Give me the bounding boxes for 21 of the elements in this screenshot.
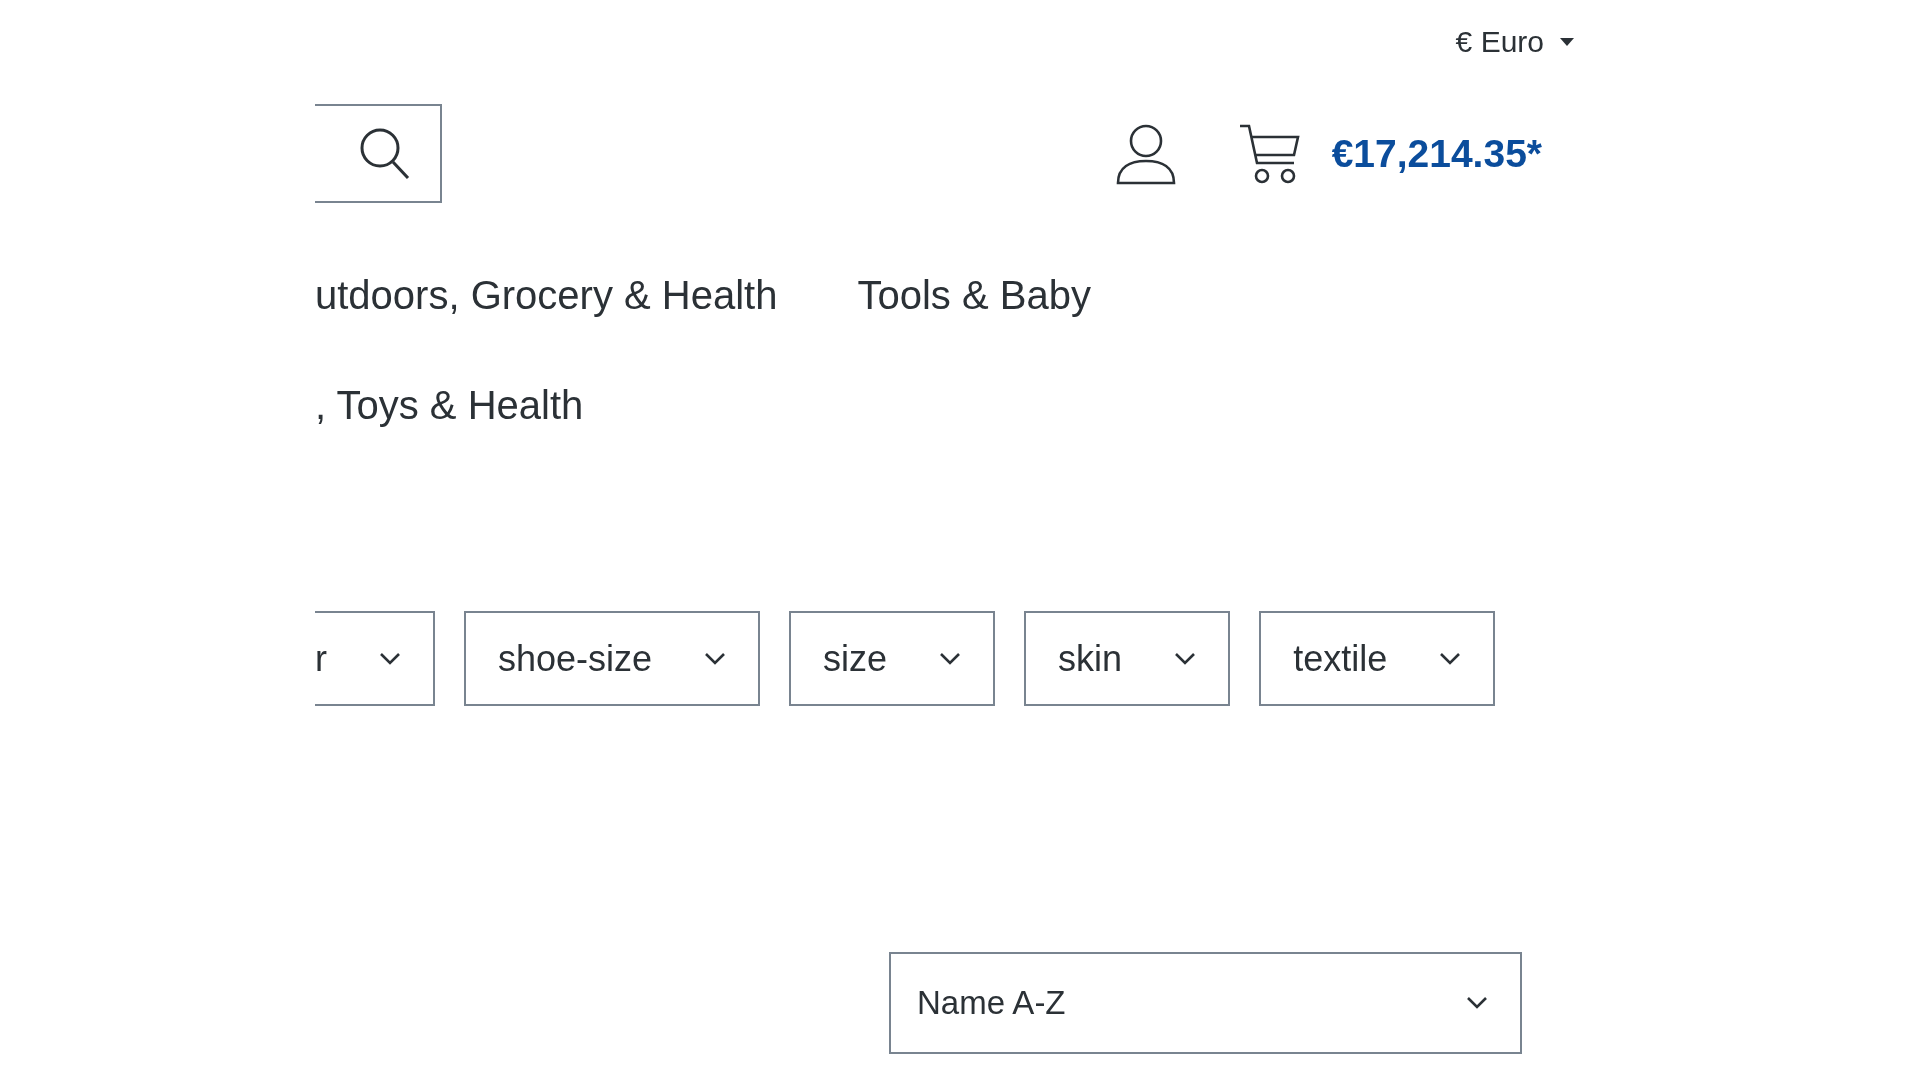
category-link[interactable]: utdoors, Grocery & Health (315, 272, 778, 318)
filter-dropdown[interactable]: size (789, 611, 996, 706)
filter-dropdown[interactable]: r (315, 611, 435, 706)
cart-total[interactable]: €17,214.35* (1331, 131, 1542, 176)
chevron-down-icon (704, 651, 727, 666)
chevron-down-icon (1439, 651, 1462, 666)
chevron-down-icon (1466, 996, 1488, 1010)
cart-icon[interactable] (1237, 122, 1302, 185)
chevron-down-icon (939, 651, 962, 666)
chevron-down-icon (379, 651, 401, 666)
category-link[interactable]: , Toys & Health (315, 382, 584, 428)
caret-down-icon (1560, 38, 1574, 46)
search-field[interactable] (315, 104, 442, 203)
sort-dropdown[interactable]: Name A-Z (889, 952, 1522, 1054)
category-link[interactable]: Tools & Baby (857, 272, 1091, 318)
filter-dropdown[interactable]: shoe-size (464, 611, 761, 706)
filter-dropdown[interactable]: textile (1259, 611, 1496, 706)
filter-dropdown[interactable]: skin (1024, 611, 1231, 706)
user-icon[interactable] (1115, 122, 1176, 185)
chevron-down-icon (1174, 651, 1197, 666)
currency-dropdown[interactable]: € Euro (1455, 25, 1574, 59)
